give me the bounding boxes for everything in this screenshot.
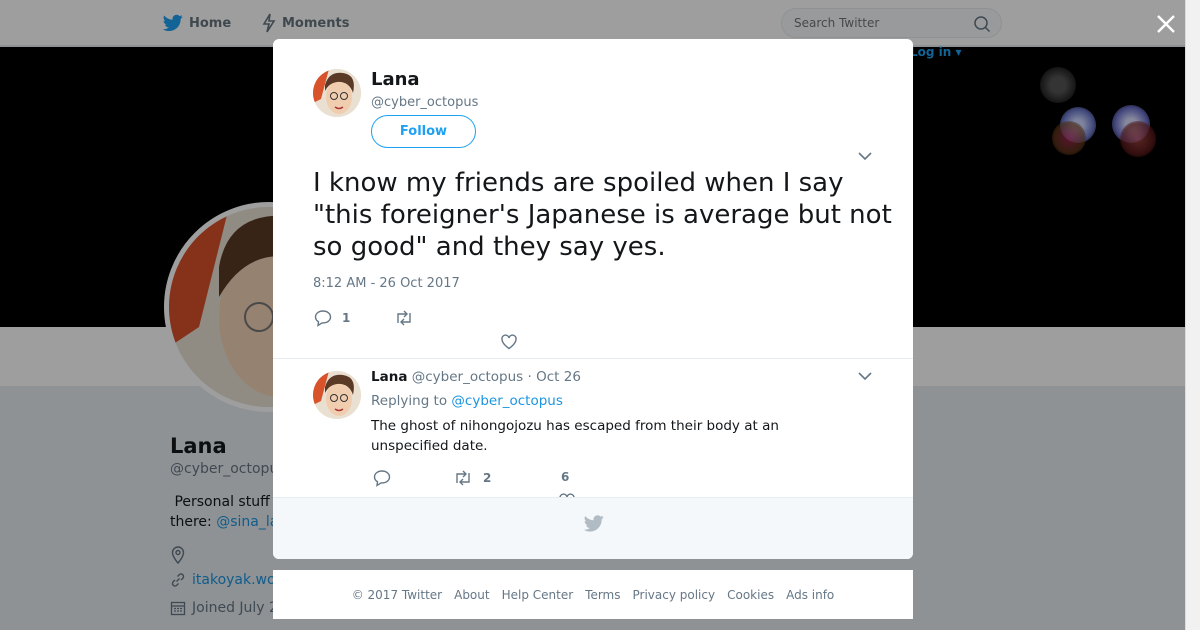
divider bbox=[273, 358, 913, 359]
reply-author-avatar[interactable] bbox=[313, 371, 361, 419]
heart-icon bbox=[501, 334, 517, 350]
reply-date[interactable]: · Oct 26 bbox=[528, 369, 581, 385]
reply-action[interactable]: 1 bbox=[314, 309, 350, 327]
tweet-modal: Lana @cyber_octopus Follow I know my fri… bbox=[273, 39, 913, 559]
tweet-author-name[interactable]: Lana bbox=[371, 69, 420, 90]
replying-to-link[interactable]: @cyber_octopus bbox=[451, 393, 562, 409]
reply-header: Lana @cyber_octopus · Oct 26 bbox=[371, 369, 581, 385]
footer-link-ads-info[interactable]: Ads info bbox=[786, 588, 834, 602]
site-footer: © 2017 Twitter About Help Center Terms P… bbox=[273, 570, 913, 619]
footer-link-terms[interactable]: Terms bbox=[585, 588, 620, 602]
reply-icon bbox=[373, 470, 391, 487]
reply-count: 1 bbox=[342, 311, 351, 325]
footer-link-cookies[interactable]: Cookies bbox=[727, 588, 774, 602]
footer-copyright: © 2017 Twitter bbox=[351, 587, 443, 602]
reply-author-handle[interactable]: @cyber_octopus bbox=[412, 369, 523, 385]
close-icon bbox=[1157, 15, 1175, 33]
reply-icon bbox=[314, 310, 332, 327]
close-modal-button[interactable] bbox=[1150, 8, 1182, 40]
tweet-author-handle[interactable]: @cyber_octopus bbox=[371, 95, 478, 110]
footer-link-privacy[interactable]: Privacy policy bbox=[633, 588, 716, 602]
chevron-down-icon[interactable] bbox=[858, 151, 872, 161]
replying-to: Replying to @cyber_octopus bbox=[371, 393, 563, 409]
modal-footer bbox=[273, 497, 913, 559]
chevron-down-icon[interactable] bbox=[858, 371, 872, 381]
reply-retweet-count: 2 bbox=[483, 471, 492, 485]
page-scrollbar[interactable] bbox=[1185, 0, 1200, 630]
like-action[interactable] bbox=[500, 333, 528, 351]
footer-link-about[interactable]: About bbox=[454, 588, 489, 602]
retweet-icon bbox=[456, 470, 470, 486]
retweet-icon bbox=[397, 310, 411, 326]
tweet-timestamp[interactable]: 8:12 AM - 26 Oct 2017 bbox=[313, 276, 460, 291]
twitter-bird-icon bbox=[584, 515, 604, 532]
avatar-illustration bbox=[313, 371, 361, 419]
reply-retweet-action[interactable]: 2 bbox=[453, 469, 491, 487]
reply-text: The ghost of nihongojozu has escaped fro… bbox=[371, 418, 779, 454]
reply-author-name[interactable]: Lana bbox=[371, 369, 407, 385]
retweet-action[interactable] bbox=[394, 309, 424, 327]
replying-to-prefix: Replying to bbox=[371, 393, 448, 409]
author-avatar[interactable] bbox=[313, 69, 361, 117]
footer-link-help-center[interactable]: Help Center bbox=[502, 588, 574, 602]
avatar-illustration bbox=[313, 69, 361, 117]
reply-like-count: 6 bbox=[561, 470, 570, 484]
tweet-text: I know my friends are spoiled when I say… bbox=[313, 168, 892, 262]
follow-button[interactable]: Follow bbox=[371, 115, 476, 148]
reply-like-count-wrap[interactable]: 6 bbox=[561, 470, 569, 484]
reply-reply-action[interactable] bbox=[373, 469, 401, 487]
